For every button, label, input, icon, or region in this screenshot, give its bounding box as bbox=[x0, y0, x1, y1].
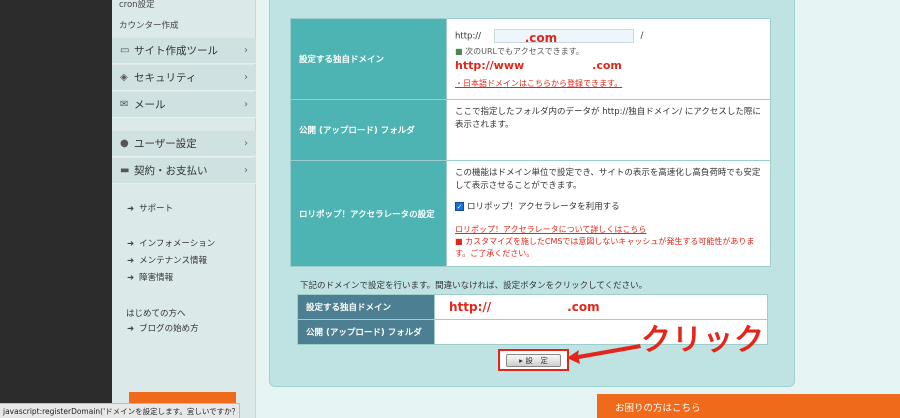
mail-icon: ✉ bbox=[120, 99, 129, 110]
chevron-right-icon: › bbox=[244, 165, 248, 176]
help-bar[interactable]: お困りの方はこちら bbox=[597, 394, 900, 418]
arrow-right-icon: ➜ bbox=[127, 239, 135, 249]
accel-cell: この機能はドメイン単位で設定でき、サイトの表示を高速化し高負荷時でも安定して表示… bbox=[446, 160, 771, 267]
sidebar-item-mail[interactable]: ✉ メール › bbox=[112, 92, 256, 118]
arrow-right-icon: ➜ bbox=[127, 204, 135, 214]
arrow-shape bbox=[567, 344, 641, 364]
accel-desc: この機能はドメイン単位で設定でき、サイトの表示を高速化し高負荷時でも安定して表示… bbox=[455, 168, 761, 192]
shield-icon: ◈ bbox=[120, 72, 128, 83]
accel-checkbox-row[interactable]: ✓ ロリポップ！アクセラレータを利用する bbox=[455, 201, 762, 214]
sidebar-link-maintenance[interactable]: ➜ メンテナンス情報 bbox=[127, 254, 215, 271]
card-icon: ▬ bbox=[120, 165, 130, 176]
set-button[interactable]: ▸ 設 定 bbox=[506, 353, 561, 367]
confirm-domain-label: 設定する独自ドメイン bbox=[297, 294, 435, 320]
accel-info-link[interactable]: ロリポップ！アクセラレータについて詳しくはこちら bbox=[455, 224, 762, 236]
sidebar-item-label: ユーザー設定 bbox=[134, 138, 197, 150]
sidebar-link-failure[interactable]: ➜ 障害情報 bbox=[127, 271, 215, 288]
domain-cell: http:// .com / ■ 次のURLでもアクセスできます。 http:/… bbox=[446, 18, 771, 100]
sidebar: cron設定 カウンター作成 ▭ サイト作成ツール › ◈ セキュリティ › ✉… bbox=[112, 0, 256, 418]
sidebar-link-support[interactable]: ➜ サポート bbox=[127, 202, 173, 219]
set-button-highlight: ▸ 設 定 bbox=[498, 349, 569, 371]
domain-suffix: .com bbox=[524, 30, 558, 45]
access-url: http://www .com bbox=[455, 58, 762, 74]
chevron-right-icon: › bbox=[244, 45, 248, 56]
confirm-domain-suffix: .com bbox=[567, 300, 600, 314]
chevron-right-icon: › bbox=[244, 99, 248, 110]
sidebar-link-blog[interactable]: ➜ ブログの始め方 bbox=[127, 322, 199, 339]
beginner-heading: はじめての方へ bbox=[126, 309, 186, 319]
user-icon: ● bbox=[120, 138, 129, 149]
info-links: ➜ インフォメーション ➜ メンテナンス情報 ➜ 障害情報 bbox=[127, 237, 215, 288]
square-bullet-icon: ■ bbox=[455, 46, 463, 56]
laptop-icon: ▭ bbox=[120, 45, 130, 56]
folder-desc: ここで指定したフォルダ内のデータが http://独自ドメイン/ にアクセスした… bbox=[446, 99, 771, 161]
link-label: サポート bbox=[139, 204, 174, 214]
sidebar-link-counter[interactable]: カウンター作成 bbox=[119, 19, 179, 31]
domain-input[interactable]: .com bbox=[493, 28, 634, 45]
accel-label: ロリポップ！アクセラレータの設定 bbox=[290, 160, 447, 267]
arrow-right-icon: ➜ bbox=[127, 256, 135, 266]
click-annotation: クリック bbox=[641, 323, 765, 358]
link-label: インフォメーション bbox=[139, 239, 216, 249]
link-label: 障害情報 bbox=[139, 273, 174, 283]
sidebar-item-label: サイト作成ツール bbox=[134, 45, 218, 57]
sidebar-item-user[interactable]: ● ユーザー設定 › bbox=[112, 131, 256, 157]
sidebar-link-cron[interactable]: cron設定 bbox=[119, 0, 155, 10]
arrow-right-icon: ➜ bbox=[127, 273, 135, 283]
blog-links: ➜ ブログの始め方 bbox=[127, 322, 199, 339]
domain-label: 設定する独自ドメイン bbox=[290, 18, 447, 100]
folder-label: 公開 (アップロード) フォルダ bbox=[290, 99, 447, 161]
accel-warning-text: カスタマイズを施したCMSでは意図しないキャッシュが発生する可能性があります。ご… bbox=[455, 236, 755, 258]
chevron-right-icon: › bbox=[244, 72, 248, 83]
checkbox-checked-icon[interactable]: ✓ bbox=[455, 201, 464, 211]
http-prefix: http:// bbox=[455, 31, 482, 41]
domain-settings-table: 設定する独自ドメイン http:// .com / ■ 次のURLでもアクセスで… bbox=[290, 18, 771, 267]
access-note-text: 次のURLでもアクセスできます。 bbox=[465, 46, 584, 56]
link-label: ブログの始め方 bbox=[139, 324, 199, 334]
support-links: ➜ サポート bbox=[127, 202, 173, 219]
accel-checkbox-label: ロリポップ！アクセラレータを利用する bbox=[467, 201, 620, 212]
sidebar-item-label: 契約・お支払い bbox=[134, 165, 208, 177]
sidebar-item-label: セキュリティ bbox=[134, 72, 197, 84]
jp-domain-link[interactable]: ・日本語ドメインはこちらから登録できます。 bbox=[455, 78, 762, 90]
confirm-folder-label: 公開 (アップロード) フォルダ bbox=[297, 319, 435, 345]
status-bar: javascript:registerDomain('ドメインを設定します。宜し… bbox=[0, 403, 240, 418]
access-url-suffix: .com bbox=[592, 58, 622, 72]
arrow-annotation-icon bbox=[567, 344, 641, 364]
left-dark-area bbox=[0, 0, 112, 418]
access-url-prefix: http://www bbox=[455, 58, 525, 72]
chevron-right-icon: › bbox=[244, 138, 248, 149]
sidebar-item-label: メール bbox=[134, 99, 166, 111]
confirm-domain-prefix: http:// bbox=[449, 300, 492, 314]
sidebar-item-security[interactable]: ◈ セキュリティ › bbox=[112, 65, 256, 91]
arrow-right-icon: ➜ bbox=[127, 324, 135, 334]
access-note: ■ 次のURLでもアクセスできます。 bbox=[455, 46, 762, 58]
link-label: メンテナンス情報 bbox=[139, 256, 207, 266]
confirm-text: 下記のドメインで設定を行います。間違いなければ、設定ボタンをクリックしてください… bbox=[300, 281, 648, 291]
sidebar-item-site-tools[interactable]: ▭ サイト作成ツール › bbox=[112, 38, 256, 64]
accel-warning: ■ カスタマイズを施したCMSでは意図しないキャッシュが発生する可能性があります… bbox=[455, 236, 762, 260]
sidebar-item-billing[interactable]: ▬ 契約・お支払い › bbox=[112, 158, 256, 184]
sidebar-link-information[interactable]: ➜ インフォメーション bbox=[127, 237, 215, 254]
warning-bullet-icon: ■ bbox=[455, 236, 463, 246]
slash: / bbox=[640, 31, 644, 41]
